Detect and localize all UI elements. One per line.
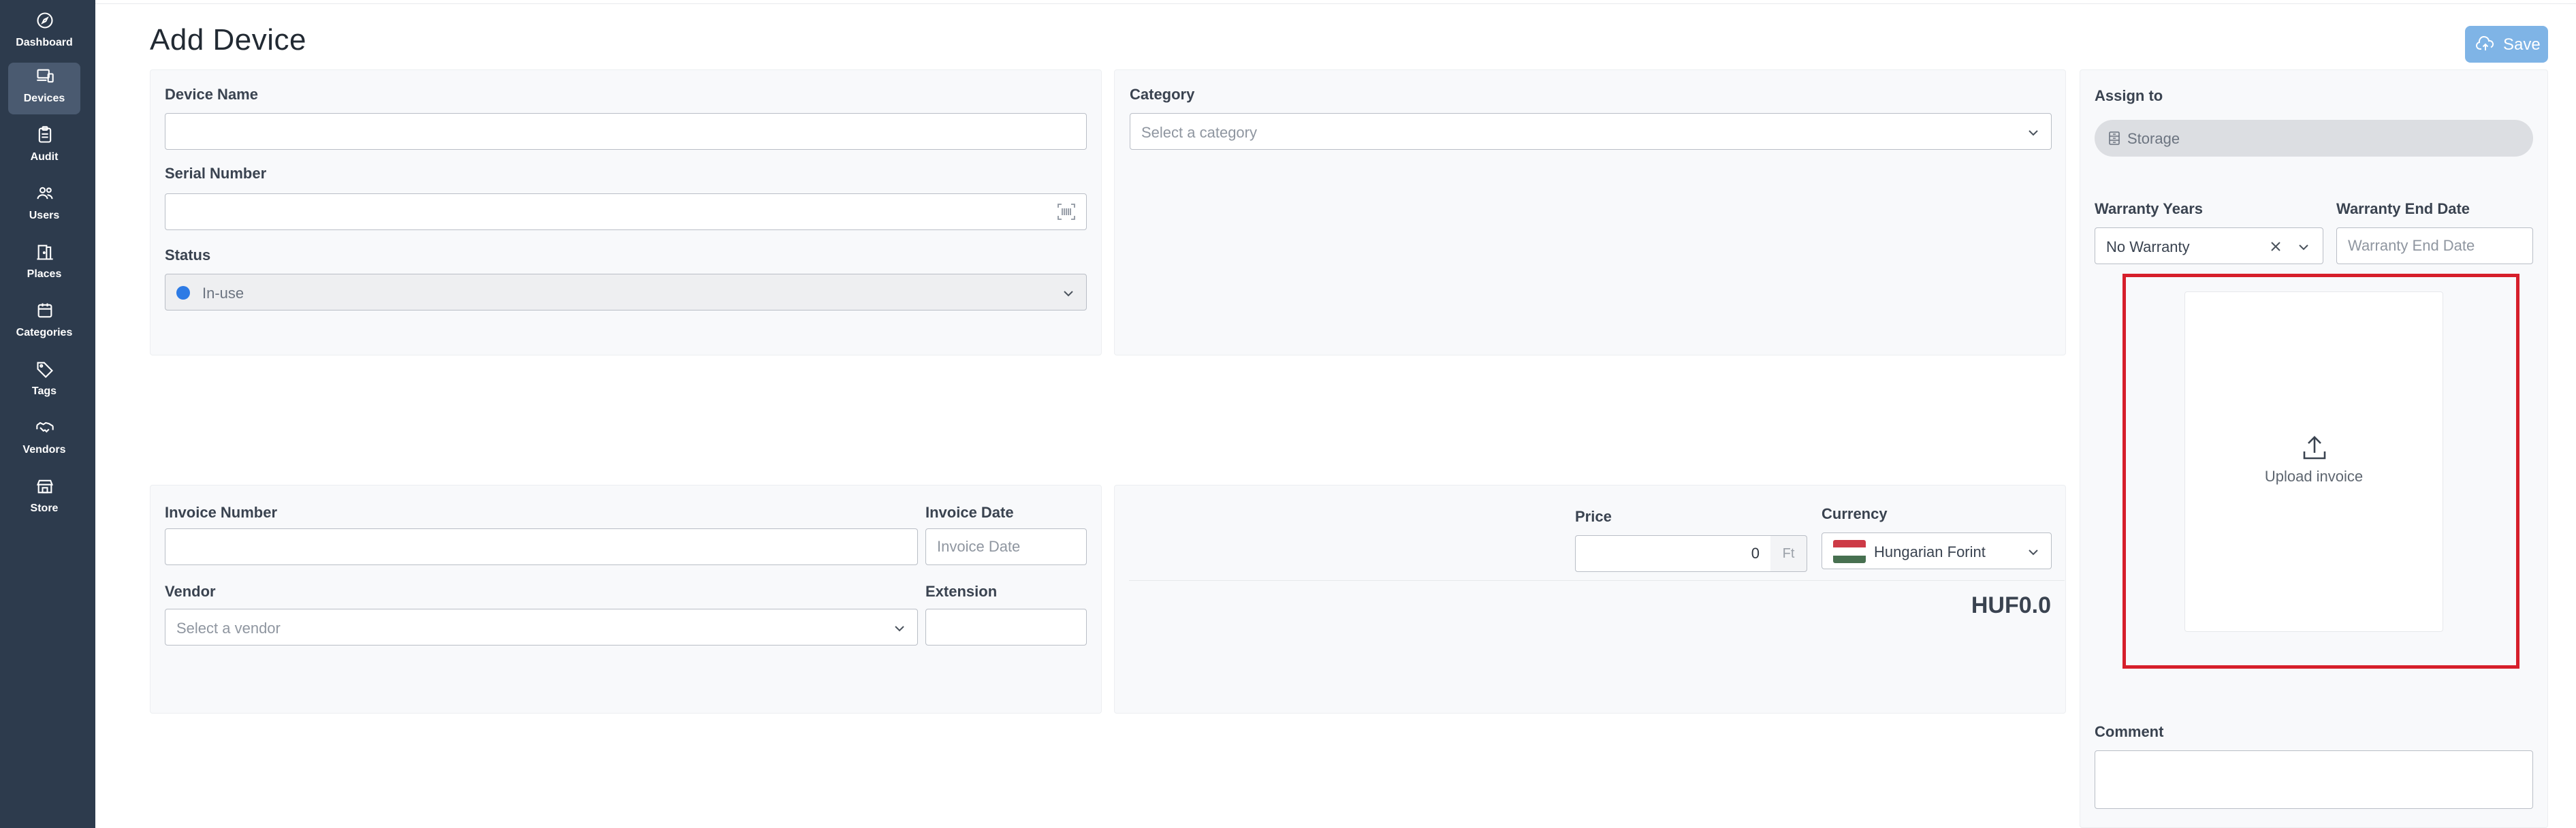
barcode-scan-icon[interactable] [1057,203,1076,221]
currency-value: Hungarian Forint [1874,543,1986,560]
price-label: Price [1575,508,1612,525]
invoice-date-input[interactable] [925,528,1087,565]
status-value: In-use [202,285,244,302]
sidebar-item-label: Categories [16,327,73,338]
assign-to-label: Assign to [2095,87,2163,104]
warranty-end-date-input[interactable] [2336,227,2533,264]
sidebar-item-devices[interactable]: Devices [8,63,80,114]
sidebar-item-audit[interactable]: Audit [8,121,80,173]
warranty-years-label: Warranty Years [2095,200,2203,217]
clipboard-icon [38,126,52,143]
comment-label: Comment [2095,723,2164,740]
sidebar-item-label: Users [29,210,60,221]
hungary-flag-icon [1833,540,1866,563]
category-select[interactable]: Select a category [1130,113,2052,150]
sidebar-item-tags[interactable]: Tags [8,355,80,407]
save-button[interactable]: Save [2465,26,2548,63]
assign-to-value: Storage [2127,130,2180,147]
sidebar-item-places[interactable]: Places [8,238,80,290]
vendor-placeholder: Select a vendor [176,620,281,637]
currency-label: Currency [1822,505,1888,522]
compass-icon [37,12,53,29]
cloud-upload-icon [2476,35,2494,50]
header-divider [95,0,2576,4]
invoice-number-input[interactable] [165,528,918,565]
assign-to-select[interactable]: Storage [2095,120,2533,157]
upload-invoice-label: Upload invoice [2264,468,2364,485]
sidebar-item-vendors[interactable]: Vendors [8,414,80,466]
store-icon [36,479,54,494]
storage-icon [2109,131,2120,145]
status-select[interactable]: In-use [165,274,1087,310]
sidebar: Dashboard Devices Audit Users Places Cat… [0,0,95,828]
sidebar-item-store[interactable]: Store [8,473,80,524]
upload-icon [2303,436,2326,460]
sidebar-item-dashboard[interactable]: Dashboard [8,7,80,59]
clear-icon[interactable] [2270,240,2282,253]
comment-textarea[interactable] [2095,750,2533,809]
device-name-input[interactable] [165,113,1087,150]
upload-invoice-dropzone[interactable]: Upload invoice [2184,291,2443,632]
status-label: Status [165,246,211,264]
currency-select[interactable]: Hungarian Forint [1822,532,2052,569]
tag-icon [37,362,53,379]
chevron-down-icon [2299,244,2308,251]
vendor-label: Vendor [165,583,216,600]
chevron-down-icon [895,626,904,632]
calendar-icon [37,303,52,318]
extension-label: Extension [925,583,998,600]
warranty-years-value: No Warranty [2106,238,2190,255]
chevron-down-icon [2029,550,2038,556]
handshake-icon [36,421,54,433]
sidebar-item-label: Devices [23,93,65,104]
save-button-label: Save [2503,35,2541,54]
sidebar-item-users[interactable]: Users [8,180,80,232]
sidebar-item-label: Audit [30,151,59,163]
users-icon [37,187,53,200]
devices-icon [37,69,54,83]
warranty-years-select[interactable]: No Warranty [2095,227,2323,264]
invoice-date-label: Invoice Date [925,504,1014,521]
price-total: HUF0.0 [1971,592,2051,618]
sidebar-item-label: Vendors [22,444,66,456]
sidebar-item-label: Store [30,503,59,514]
vendor-select[interactable]: Select a vendor [165,609,918,646]
serial-number-label: Serial Number [165,165,267,182]
door-icon [37,244,53,260]
pricing-divider [1129,580,2065,581]
sidebar-item-label: Places [27,268,62,280]
category-panel [1114,69,2066,355]
chevron-down-icon [1064,291,1073,297]
price-currency-suffix: Ft [1770,535,1807,572]
sidebar-item-label: Tags [31,385,57,397]
extension-input[interactable] [925,609,1087,646]
category-placeholder: Select a category [1141,124,1257,141]
price-input[interactable] [1575,535,1771,572]
chevron-down-icon [2029,130,2038,136]
status-indicator [176,286,190,300]
invoice-number-label: Invoice Number [165,504,278,521]
page-title: Add Device [150,23,307,57]
warranty-end-date-label: Warranty End Date [2336,200,2470,217]
sidebar-item-label: Dashboard [16,37,73,48]
serial-number-input[interactable] [165,193,1087,230]
sidebar-item-categories[interactable]: Categories [8,297,80,349]
category-label: Category [1130,86,1195,103]
device-name-label: Device Name [165,86,258,103]
